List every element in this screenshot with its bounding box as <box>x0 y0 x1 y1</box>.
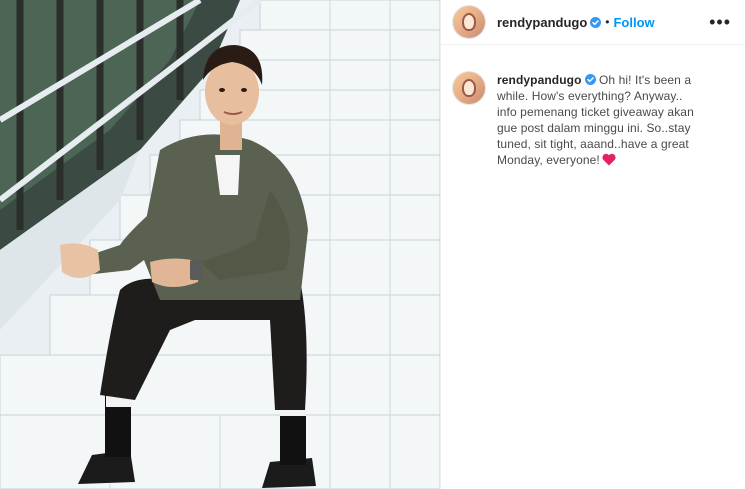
more-options-button[interactable]: ••• <box>709 13 731 31</box>
post-photo[interactable] <box>0 0 440 489</box>
post-side-panel: rendypandugo • Follow ••• rendypandugo O… <box>440 0 745 489</box>
caption-line-1: Oh hi! It's been a <box>598 73 692 87</box>
verified-badge-icon <box>584 74 596 85</box>
username-link[interactable]: rendypandugo <box>497 15 602 30</box>
caption-avatar[interactable] <box>453 72 485 104</box>
photo-illustration <box>0 0 440 489</box>
red-heart-icon <box>602 153 616 166</box>
caption-line-6: Monday, everyone! <box>497 153 600 167</box>
caption-row: rendypandugo Oh hi! It's been a while. H… <box>441 45 745 168</box>
caption-username[interactable]: rendypandugo <box>497 73 582 87</box>
avatar[interactable] <box>453 6 485 38</box>
username-text[interactable]: rendypandugo <box>497 15 587 30</box>
instagram-post: rendypandugo • Follow ••• rendypandugo O… <box>0 0 745 489</box>
caption-line-3: info pemenang ticket giveaway akan <box>497 105 694 119</box>
caption-line-2: while. How's everything? Anyway.. <box>497 89 683 103</box>
caption-line-4: gue post dalam minggu ini. So..stay <box>497 121 691 135</box>
caption-line-5: tuned, sit tight, aaand..have a great <box>497 137 689 151</box>
post-header: rendypandugo • Follow ••• <box>441 0 745 45</box>
follow-button[interactable]: Follow <box>613 15 654 30</box>
separator-dot: • <box>605 15 610 29</box>
caption-text: rendypandugo Oh hi! It's been a while. H… <box>497 72 694 168</box>
verified-badge-icon <box>590 16 602 28</box>
